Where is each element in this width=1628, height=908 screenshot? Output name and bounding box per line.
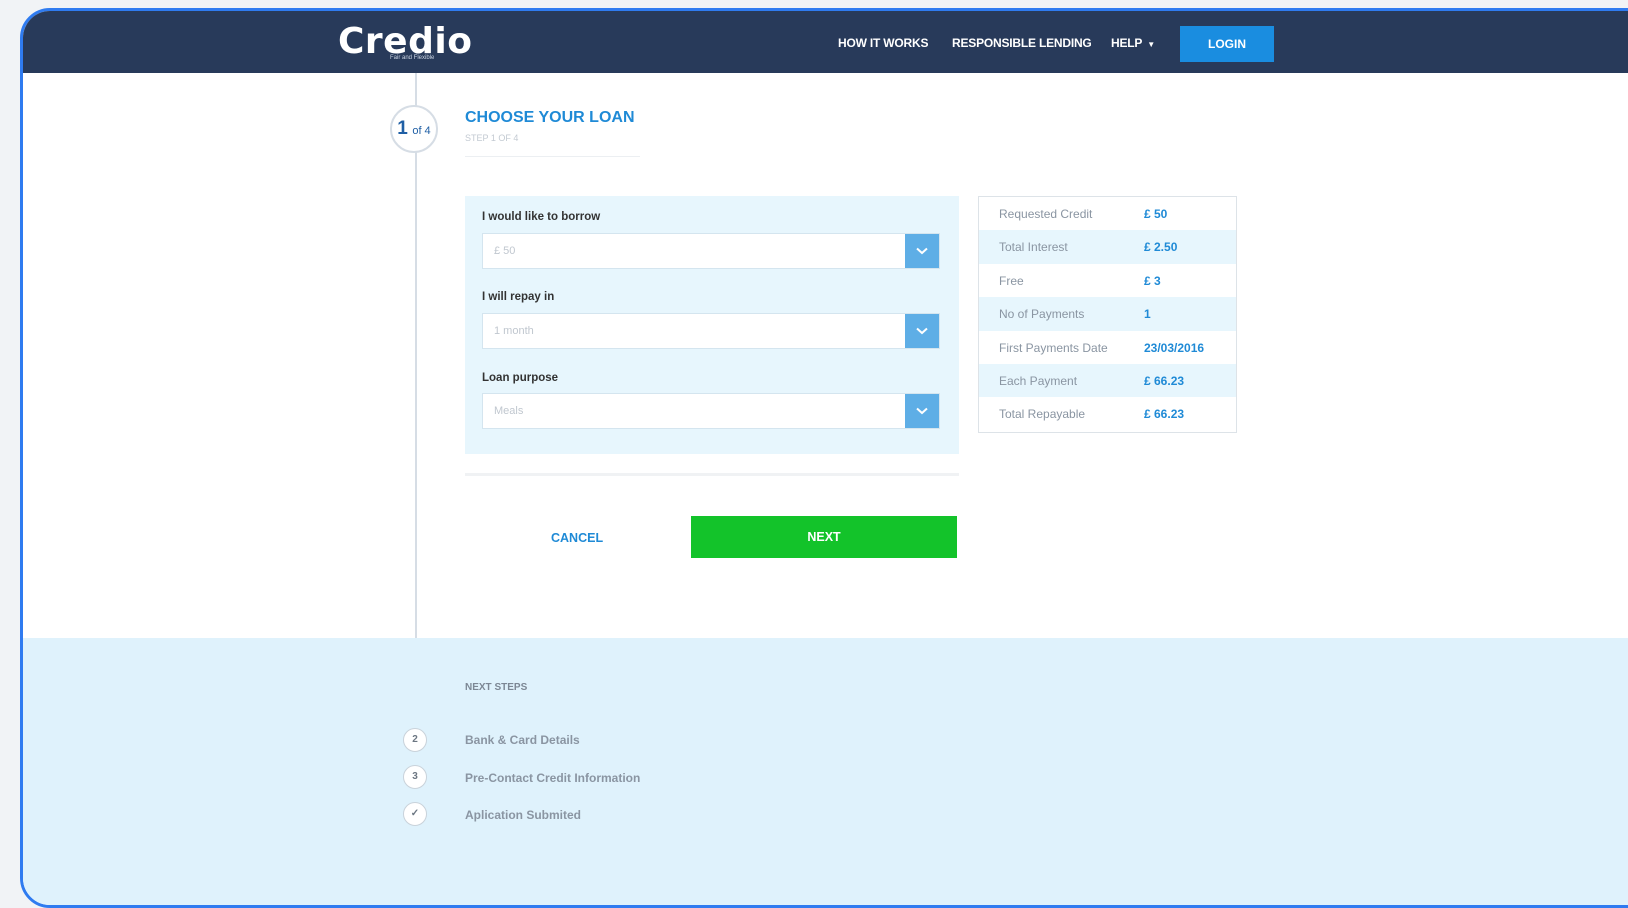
chevron-down-icon[interactable]: [905, 394, 939, 428]
purpose-label: Loan purpose: [482, 372, 559, 384]
summary-row: Requested Credit £ 50: [979, 197, 1236, 230]
purpose-value: Meals: [494, 405, 524, 417]
step-marker: 2: [403, 728, 427, 752]
nav-how-it-works[interactable]: HOW IT WORKS: [838, 36, 928, 50]
repay-select[interactable]: 1 month: [482, 313, 940, 349]
logo-tagline: Fair and Flexible: [390, 55, 435, 61]
summary-row: Total Repayable £ 66.23: [979, 397, 1236, 430]
loan-summary-table: Requested Credit £ 50 Total Interest £ 2…: [978, 196, 1237, 433]
summary-value: £ 3: [1144, 273, 1161, 288]
chevron-down-icon[interactable]: [905, 314, 939, 348]
nav-help-label: HELP: [1111, 36, 1143, 50]
summary-label: Requested Credit: [999, 207, 1093, 221]
next-steps-section: NEXT STEPS 2 Bank & Card Details 3 Pre-C…: [23, 638, 1628, 905]
caret-down-icon: ▼: [1147, 40, 1155, 49]
form-divider: [465, 473, 959, 476]
summary-row: Free £ 3: [979, 264, 1236, 297]
summary-value: £ 66.23: [1144, 407, 1185, 422]
summary-label: Total Interest: [999, 240, 1068, 255]
summary-value: 1: [1144, 307, 1151, 322]
step-marker: 3: [403, 765, 427, 789]
browser-frame: Credio Fair and Flexible HOW IT WORKS RE…: [20, 8, 1628, 908]
summary-value: £ 50: [1144, 207, 1168, 221]
repay-label: I will repay in: [482, 291, 555, 303]
loan-form: I would like to borrow £ 50 I will repay…: [465, 196, 959, 454]
summary-value: £ 2.50: [1144, 240, 1178, 255]
summary-label: Each Payment: [999, 373, 1078, 388]
step-of-total: of 4: [412, 125, 431, 137]
borrow-select[interactable]: £ 50: [482, 233, 940, 269]
login-button[interactable]: LOGIN: [1180, 26, 1274, 62]
repay-value: 1 month: [494, 325, 534, 337]
summary-row: Each Payment £ 66.23: [979, 363, 1236, 398]
summary-label: Free: [999, 273, 1024, 288]
nav-responsible-lending[interactable]: RESPONSIBLE LENDING: [952, 36, 1092, 50]
cancel-button[interactable]: CANCEL: [551, 531, 603, 545]
summary-row: Total Interest £ 2.50: [979, 230, 1236, 264]
nav-help[interactable]: HELP ▼: [1111, 36, 1155, 50]
top-navbar: Credio Fair and Flexible HOW IT WORKS RE…: [23, 11, 1628, 73]
borrow-value: £ 50: [494, 245, 516, 257]
borrow-label: I would like to borrow: [482, 211, 601, 223]
next-steps-heading: NEXT STEPS: [465, 682, 528, 693]
step-indicator: 1 of 4: [390, 105, 438, 153]
summary-label: First Payments Date: [999, 340, 1108, 355]
next-step-label: Bank & Card Details: [465, 733, 580, 747]
summary-value: £ 66.23: [1144, 373, 1185, 388]
purpose-select[interactable]: Meals: [482, 393, 940, 429]
step-subtitle: STEP 1 OF 4: [465, 133, 519, 143]
title-divider: [465, 156, 640, 157]
check-icon: ✓: [403, 802, 427, 826]
next-button[interactable]: NEXT: [691, 516, 957, 558]
next-step-label: Pre-Contact Credit Information: [465, 771, 641, 785]
summary-label: No of Payments: [999, 307, 1085, 322]
summary-label: Total Repayable: [999, 407, 1086, 422]
summary-row: First Payments Date 23/03/2016: [979, 331, 1236, 364]
summary-row: No of Payments 1: [979, 297, 1236, 331]
summary-value: 23/03/2016: [1144, 340, 1205, 355]
step-number: 1: [397, 118, 408, 139]
page-title: CHOOSE YOUR LOAN: [465, 109, 635, 126]
next-step-label: Aplication Submited: [465, 808, 582, 822]
chevron-down-icon[interactable]: [905, 234, 939, 268]
